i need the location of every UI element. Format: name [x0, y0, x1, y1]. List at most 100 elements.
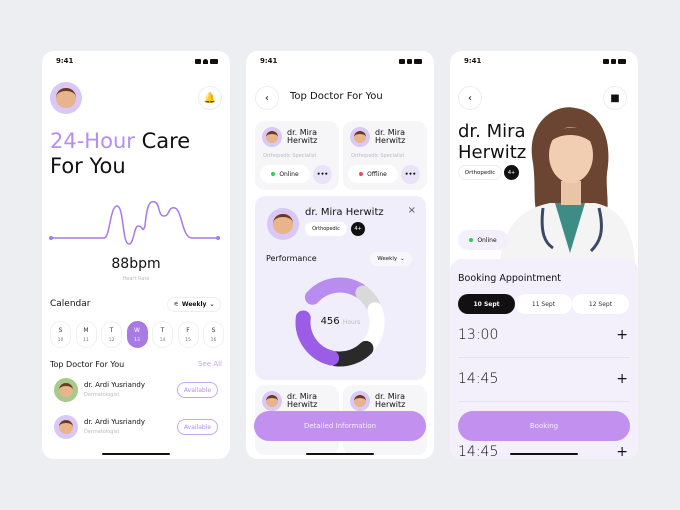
plus-icon[interactable]: + — [616, 327, 628, 343]
day-5[interactable]: F 15 — [177, 321, 199, 348]
day-number: 14 — [159, 338, 166, 343]
doctor-detail-card: dr. Mira Herwitz Orthopedic 4+ × Perform… — [255, 196, 426, 380]
weekly-dropdown[interactable]: Weekly ⌄ — [370, 252, 412, 266]
status-label: Online — [477, 236, 497, 244]
time-label: 13:00 — [458, 327, 499, 343]
top-doctor-screen: 9:41 ‹ Top Doctor For You dr. Mira Herwit… — [246, 51, 434, 459]
see-all-link[interactable]: See All — [198, 360, 222, 368]
doctor-card[interactable]: dr. Mira Herwitz Orthopedic Specialist On… — [255, 121, 339, 190]
donut-segment-3 — [328, 340, 374, 367]
more-options-icon[interactable]: ••• — [313, 165, 332, 184]
name-line2: Herwitz — [375, 400, 406, 409]
day-number: 15 — [185, 338, 191, 343]
name-line2: Herwitz — [287, 136, 318, 145]
day-letter: T — [160, 327, 165, 334]
weekly-label: Weekly — [377, 256, 398, 262]
weekly-label: Weekly — [181, 301, 207, 308]
day-letter: S — [211, 327, 216, 334]
doctor-avatar — [350, 391, 370, 411]
day-number: 13 — [134, 338, 140, 343]
user-avatar[interactable] — [50, 82, 82, 114]
doctor-avatar — [262, 391, 282, 411]
status-time: 9:41 — [260, 57, 278, 65]
specialty-tag: Orthopedic — [458, 165, 502, 180]
doctor-name: dr. Mira Herwitz — [287, 393, 317, 409]
day-6[interactable]: S 16 — [203, 321, 224, 348]
home-indicator — [306, 453, 374, 455]
detailed-information-button[interactable]: Detailed Information — [254, 411, 426, 441]
status-pill: Online — [260, 165, 310, 183]
page-title: 24-Hour Care For You — [50, 129, 190, 179]
close-icon[interactable]: × — [408, 205, 416, 216]
time-label: 14:45 — [458, 371, 499, 387]
day-3[interactable]: W 13 — [126, 321, 148, 348]
heart-rate-value: 88bpm — [111, 256, 161, 272]
divider — [458, 401, 630, 402]
date-option[interactable]: 12 Sept — [572, 294, 629, 314]
available-badge[interactable]: Available — [177, 382, 218, 398]
date-option[interactable]: 11 Sept — [515, 294, 572, 314]
doctor-list-item[interactable]: dr. Ardi Yusriandy Dermatologist Availab… — [42, 378, 230, 404]
hours-value: 456 — [320, 316, 340, 327]
status-time: 9:41 — [464, 57, 482, 65]
performance-title: Performance — [266, 254, 317, 263]
doctor-name: dr. Mira Herwitz — [375, 129, 405, 145]
signal-icons — [195, 57, 218, 65]
booking-button[interactable]: Booking — [458, 411, 630, 441]
name-line1: dr. Mira — [458, 121, 526, 142]
booking-title: Booking Appointment — [458, 273, 561, 284]
doctor-name: dr. Ardi Yusriandy — [84, 418, 145, 426]
day-4[interactable]: T 14 — [152, 321, 173, 348]
section-title: Top Doctor For You — [50, 360, 125, 369]
doctor-avatar — [54, 415, 78, 439]
home-indicator — [102, 453, 170, 455]
chevron-left-icon: ‹ — [265, 92, 269, 104]
doctor-avatar — [262, 127, 282, 147]
more-options-icon[interactable]: ••• — [401, 165, 420, 184]
title-line2: For You — [50, 154, 126, 178]
chevron-down-icon: ⌄ — [400, 256, 405, 262]
available-badge[interactable]: Available — [177, 419, 218, 435]
doctor-avatar — [54, 378, 78, 402]
divider — [458, 357, 630, 358]
home-screen: 9:41 🔔 24-Hour Care For You 88bpm Heart R… — [42, 51, 230, 459]
doctor-specialty: Orthopedic Specialist — [351, 153, 405, 159]
day-number: 11 — [83, 338, 89, 343]
time-label: 14:45 — [458, 444, 499, 459]
calendar-title: Calendar — [50, 299, 91, 309]
date-option[interactable]: 10 Sept — [458, 294, 515, 314]
day-number: 12 — [108, 338, 115, 343]
weekly-filter[interactable]: ⚟ Weekly ⌄ — [167, 297, 221, 312]
bookmark-icon[interactable]: ■ — [603, 86, 627, 110]
plus-icon[interactable]: + — [616, 444, 628, 459]
plus-icon[interactable]: + — [616, 371, 628, 387]
day-letter: W — [134, 327, 140, 334]
doctor-name: dr. Mira Herwitz — [458, 121, 526, 163]
page-title: Top Doctor For You — [290, 91, 383, 102]
title-accent: 24-Hour — [50, 129, 135, 153]
day-letter: S — [58, 327, 63, 334]
doctor-card[interactable]: dr. Mira Herwitz Orthopedic Specialist Of… — [343, 121, 427, 190]
status-label: Online — [279, 170, 299, 178]
bell-icon[interactable]: 🔔 — [198, 86, 222, 110]
day-2[interactable]: T 12 — [101, 321, 122, 348]
title-rest: Care — [134, 129, 191, 153]
status-time: 9:41 — [56, 57, 74, 65]
home-indicator — [510, 453, 578, 455]
day-number: 10 — [57, 338, 64, 343]
back-button[interactable]: ‹ — [458, 86, 482, 110]
doctor-name: dr. Mira Herwitz — [375, 393, 405, 409]
doctor-profile-screen: 9:41 ‹ ■ dr. Mira Herwitz Orthopedic 4+ O… — [450, 51, 638, 459]
status-dot — [271, 172, 276, 176]
donut-segment-0 — [304, 277, 367, 305]
doctor-list-item[interactable]: dr. Ardi Yusriandy Dermatologist Availab… — [42, 415, 230, 441]
status-bar: 9:41 — [56, 57, 218, 65]
day-letter: F — [186, 327, 190, 334]
day-0[interactable]: S 10 — [50, 321, 71, 348]
status-dot — [359, 172, 364, 176]
status-pill: Offline — [348, 165, 398, 183]
online-status: Online — [458, 230, 508, 250]
back-button[interactable]: ‹ — [255, 86, 279, 110]
experience-badge: 4+ — [504, 165, 519, 180]
day-1[interactable]: M 11 — [75, 321, 97, 348]
